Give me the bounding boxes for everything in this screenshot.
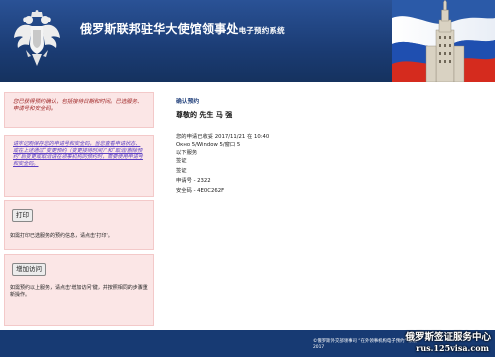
- greeting-text: 尊敬的 先生 马 强: [176, 111, 233, 119]
- confirmation-notice-box: 您已获得预约确认，包括接待日期和时间。已选服务、申请号和安全码。: [4, 92, 154, 128]
- add-visit-description: 如需预约以上服务，请点击'增加访问'键，并按照相同的步骤重新操作。: [10, 285, 148, 298]
- site-title-sub: 电子预约系统: [238, 26, 285, 35]
- print-description: 如需打印已选服务的预约信息，请点击'打印'。: [10, 233, 113, 239]
- add-visit-button[interactable]: 增加访问: [12, 263, 46, 276]
- footer-copyright: ©俄罗斯外交部领事司 “在外领事机构电子预约” 系统 2017: [313, 339, 417, 351]
- double-headed-eagle-icon: [14, 10, 60, 66]
- window-number: Окно 5/Window 5/窗口 5: [176, 142, 241, 148]
- confirmation-notice-text: 您已获得预约确认，包括接待日期和时间。已选服务、申请号和安全码。: [13, 99, 143, 113]
- add-visit-box: 增加访问 如需预约以上服务，请点击'增加访问'键，并按照相同的步骤重新操作。: [4, 254, 154, 326]
- print-button[interactable]: 打印: [12, 209, 33, 222]
- footer-line-2: 2017: [313, 345, 325, 350]
- russian-flag-building-icon: [392, 0, 495, 82]
- services-label: 以下服务: [176, 150, 198, 156]
- sidebar: 您已获得预约确认，包括接待日期和时间。已选服务、申请号和安全码。 请牢记刚保存您…: [0, 90, 158, 330]
- application-number: 申请号 - 2322: [176, 178, 211, 184]
- site-title-main: 俄罗斯联邦驻华大使馆领事处: [80, 22, 239, 36]
- watermark-title: 俄罗斯签证服务中心: [405, 332, 491, 343]
- print-box: 打印 如需打印已选服务的预约信息，请点击'打印'。: [4, 200, 154, 250]
- security-code: 安全码 - 4E0C262F: [176, 188, 225, 194]
- watermark-url: rus.125visa.com: [416, 343, 489, 353]
- header-banner: 俄罗斯联邦驻华大使馆领事处电子预约系统: [0, 0, 495, 82]
- appointment-datetime: 您的申请已收妥 2017/11/21 在 10:40: [176, 134, 270, 140]
- footer-line-1: ©俄罗斯外交部领事司 “在外领事机构电子预约” 系统: [313, 339, 417, 344]
- site-title: 俄罗斯联邦驻华大使馆领事处电子预约系统: [80, 20, 285, 37]
- confirm-appointment-heading: 确认预约: [176, 99, 200, 105]
- header-divider: [0, 82, 495, 86]
- service-item: 签证: [176, 158, 187, 164]
- edit-info-box: 请牢记刚保存您的申请号和安全码，当您查看申请状态、或在上述通过“变更预约（变更接…: [4, 135, 154, 197]
- service-item: 签证: [176, 168, 187, 174]
- edit-appointment-link[interactable]: 请牢记刚保存您的申请号和安全码，当您查看申请状态、或在上述通过“变更预约（变更接…: [13, 141, 145, 167]
